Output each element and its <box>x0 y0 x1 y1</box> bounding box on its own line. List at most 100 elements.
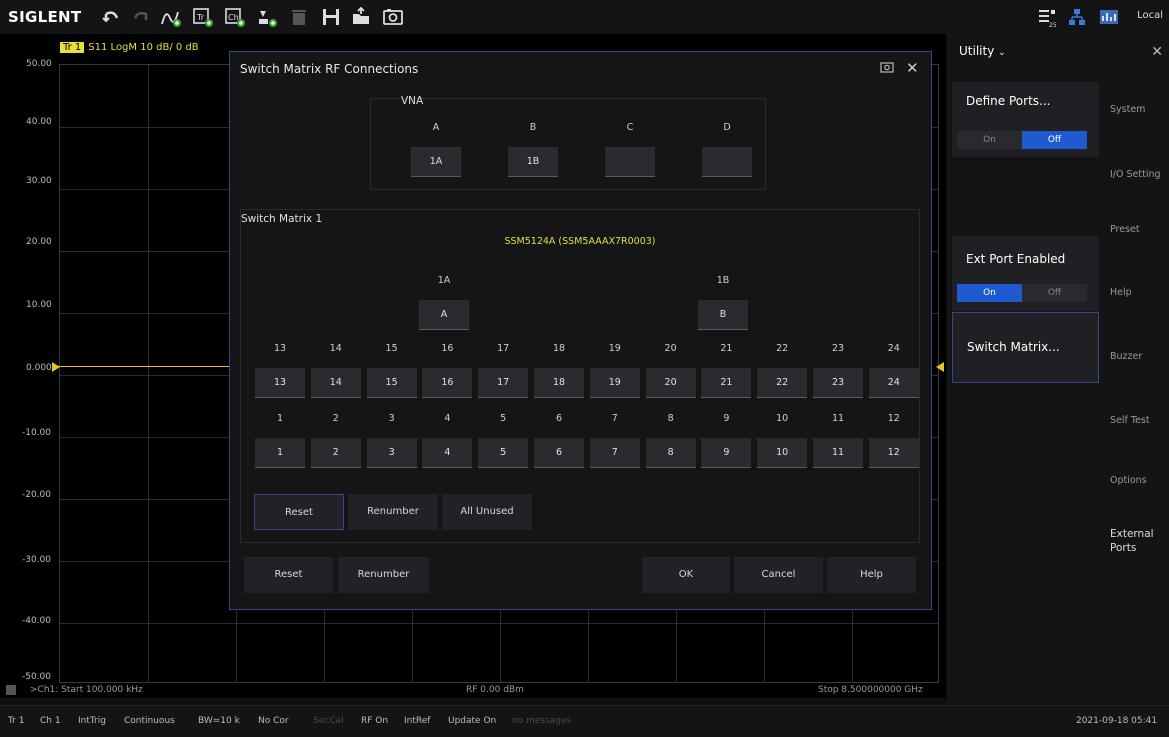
side-item-external-ports[interactable]: External Ports <box>1110 527 1165 555</box>
side-item-preset[interactable]: Preset <box>1110 223 1140 237</box>
vna-port-b-field[interactable]: 1B <box>508 147 558 177</box>
define-ports-softkey[interactable]: Define Ports... On Off <box>952 82 1099 157</box>
port-field[interactable]: 11 <box>813 438 863 468</box>
port-field[interactable]: 21 <box>701 368 752 398</box>
matrix-renumber-button[interactable]: Renumber <box>348 494 438 530</box>
port-field[interactable]: 4 <box>422 438 473 468</box>
port-field[interactable]: 24 <box>868 368 919 398</box>
toggle-off[interactable]: Off <box>1022 131 1087 149</box>
start-frequency[interactable]: >Ch1: Start 100.000 kHz <box>30 685 143 695</box>
camera-icon[interactable] <box>880 61 894 73</box>
status-trigger[interactable]: IntTrig <box>78 716 106 726</box>
status-correction[interactable]: No Cor <box>258 716 289 726</box>
port-field[interactable]: 14 <box>310 368 361 398</box>
matrix-reset-button[interactable]: Reset <box>254 494 344 530</box>
ok-button[interactable]: OK <box>642 557 730 593</box>
network-icon[interactable] <box>1064 4 1090 30</box>
channel-indicator-icon[interactable] <box>6 685 16 695</box>
display-icon[interactable] <box>1096 4 1122 30</box>
port-field[interactable]: 17 <box>478 368 529 398</box>
vna-port-c-field[interactable] <box>605 147 655 177</box>
trace-header[interactable]: Tr 1 S11 LogM 10 dB/ 0 dB <box>60 42 199 53</box>
switch-matrix-group: Switch Matrix 1 SSM5124A (SSM5AAAX7R0003… <box>240 209 920 543</box>
port-field[interactable]: 12 <box>868 438 919 468</box>
status-seccal[interactable]: SecCal <box>313 716 344 726</box>
port-label: 14 <box>329 343 342 354</box>
port-label: 16 <box>441 343 454 354</box>
open-icon[interactable] <box>348 4 374 30</box>
reference-marker-left[interactable] <box>52 362 60 372</box>
cancel-button[interactable]: Cancel <box>734 557 823 593</box>
save-icon[interactable] <box>318 4 344 30</box>
port-field[interactable]: 20 <box>645 368 696 398</box>
port-field[interactable]: 6 <box>534 438 584 468</box>
port-field[interactable]: 16 <box>422 368 473 398</box>
add-channel-icon[interactable]: Ch <box>222 4 248 30</box>
port-field[interactable]: 10 <box>757 438 808 468</box>
switch-matrix-label: Switch Matrix... <box>967 340 1060 354</box>
reference-marker-right[interactable] <box>936 362 944 372</box>
status-bandwidth[interactable]: BW=10 k <box>198 716 240 726</box>
port-field[interactable]: 18 <box>534 368 584 398</box>
undo-icon[interactable] <box>98 4 124 30</box>
ext-port-toggle[interactable]: On Off <box>957 284 1087 302</box>
port-field[interactable]: 1 <box>255 438 305 468</box>
vna-port-label: C <box>626 122 634 133</box>
toggle-off[interactable]: Off <box>1022 284 1087 302</box>
switch-matrix-softkey[interactable]: Switch Matrix... <box>952 312 1099 383</box>
port-field[interactable]: 23 <box>813 368 863 398</box>
stop-frequency[interactable]: Stop 8.500000000 GHz <box>818 685 923 695</box>
port-field[interactable]: 15 <box>366 368 417 398</box>
close-icon[interactable]: ✕ <box>1151 44 1163 60</box>
status-rf[interactable]: RF On <box>361 716 388 726</box>
port-field[interactable]: 7 <box>589 438 640 468</box>
reset-button[interactable]: Reset <box>244 557 333 593</box>
svg-text:25: 25 <box>1049 22 1057 28</box>
y-tick: -20.00 <box>22 490 52 500</box>
screenshot-icon[interactable] <box>380 4 406 30</box>
status-sweep-mode[interactable]: Continuous <box>124 716 175 726</box>
renumber-button[interactable]: Renumber <box>338 557 429 593</box>
vna-port-d-field[interactable] <box>702 147 752 177</box>
delete-icon[interactable] <box>286 4 312 30</box>
add-trace-icon[interactable] <box>158 4 184 30</box>
close-icon[interactable]: ✕ <box>906 59 919 77</box>
vna-port-a-field[interactable]: 1A <box>411 147 461 177</box>
side-item-help[interactable]: Help <box>1110 286 1132 300</box>
rf-power[interactable]: RF 0.00 dBm <box>466 685 524 695</box>
side-item-io-setting[interactable]: I/O Setting <box>1110 168 1161 182</box>
ext-port-softkey[interactable]: Ext Port Enabled On Off <box>952 236 1099 311</box>
common-port-1a-field[interactable]: A <box>419 300 469 330</box>
redo-icon[interactable] <box>128 4 154 30</box>
y-tick: 20.00 <box>26 237 52 247</box>
port-field[interactable]: 13 <box>255 368 305 398</box>
port-field[interactable]: 19 <box>589 368 640 398</box>
port-field[interactable]: 9 <box>701 438 752 468</box>
port-field[interactable]: 5 <box>478 438 529 468</box>
help-button[interactable]: Help <box>827 557 916 593</box>
side-item-buzzer[interactable]: Buzzer <box>1110 350 1142 364</box>
port-field[interactable]: 3 <box>366 438 417 468</box>
port-field[interactable]: 2 <box>310 438 361 468</box>
toggle-on[interactable]: On <box>957 131 1022 149</box>
trace-badge[interactable]: Tr 1 <box>60 42 85 53</box>
toggle-on[interactable]: On <box>957 284 1022 302</box>
side-item-system[interactable]: System <box>1110 103 1145 117</box>
switch-matrix-dialog: Switch Matrix RF Connections ✕ VNA A B C… <box>229 51 932 610</box>
side-item-self-test[interactable]: Self Test <box>1110 414 1150 428</box>
define-ports-toggle[interactable]: On Off <box>957 131 1087 149</box>
all-unused-button[interactable]: All Unused <box>442 494 532 530</box>
status-update[interactable]: Update On <box>448 716 496 726</box>
port-field[interactable]: 8 <box>645 438 696 468</box>
status-trace[interactable]: Tr 1 <box>8 716 24 726</box>
status-reference[interactable]: IntRef <box>404 716 430 726</box>
touch-toggle-icon[interactable]: 25 <box>1034 4 1060 30</box>
add-trace-window-icon[interactable]: Tr <box>190 4 216 30</box>
port-field[interactable]: 22 <box>757 368 808 398</box>
local-label: Local <box>1137 10 1163 21</box>
panel-title[interactable]: Utility ⌄ <box>959 44 1006 58</box>
side-item-options[interactable]: Options <box>1110 474 1147 488</box>
common-port-1b-field[interactable]: B <box>698 300 748 330</box>
status-channel[interactable]: Ch 1 <box>40 716 61 726</box>
marker-icon[interactable] <box>254 4 280 30</box>
